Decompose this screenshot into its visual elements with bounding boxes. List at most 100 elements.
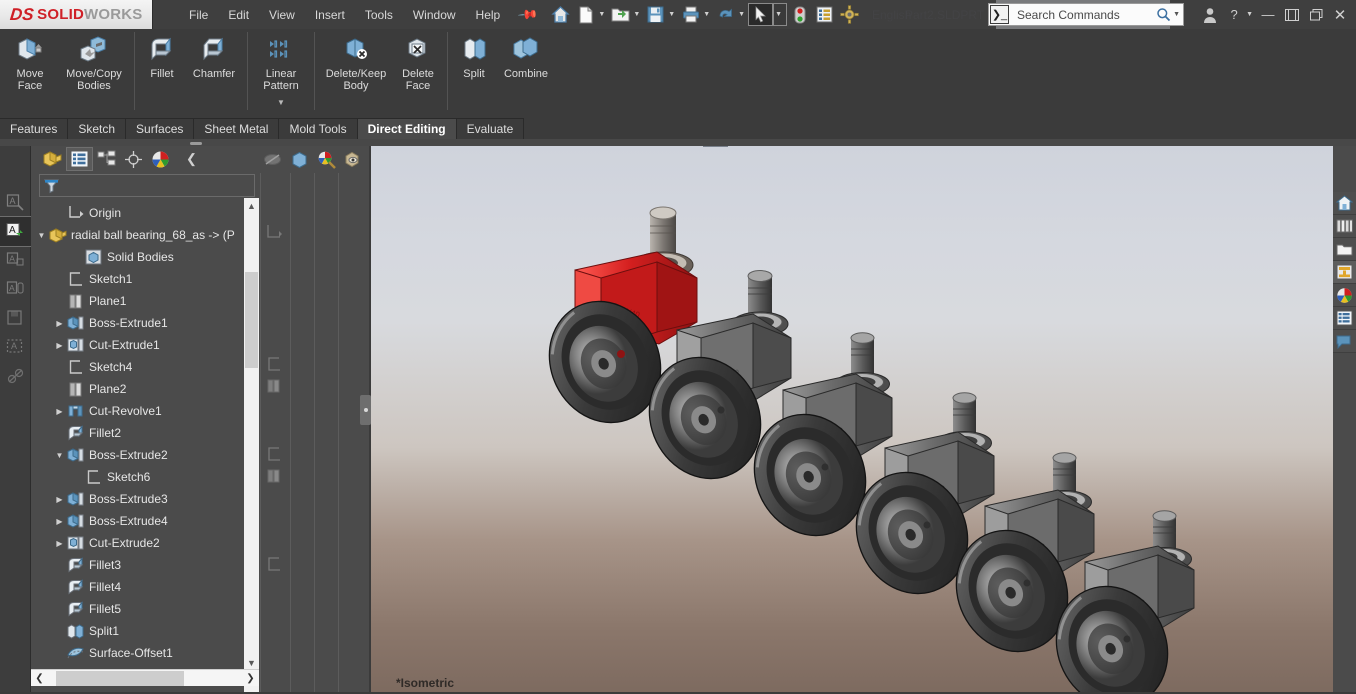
mirror-plane-icon[interactable]	[978, 146, 1003, 147]
tree-scroll-down-button[interactable]: ▼	[244, 655, 259, 670]
tree-item-cut-extrude1-expander[interactable]: ▶	[53, 341, 66, 350]
file-explorer-icon[interactable]	[1333, 238, 1356, 261]
restore-down-left-icon[interactable]	[1234, 146, 1258, 148]
display-style-icon[interactable]	[728, 146, 753, 147]
menu-view[interactable]: View	[259, 3, 305, 27]
combine-button[interactable]: Combine	[496, 29, 556, 80]
flyout-hide-icon[interactable]	[259, 147, 286, 171]
tree-item-plane2[interactable]: Plane2	[31, 378, 259, 400]
print-caret-icon[interactable]: ▼	[703, 11, 710, 18]
feature-tree-list[interactable]: Origin ▼ radial ball bearing_68_as -> (P So…	[31, 202, 259, 670]
restore-down-right-icon[interactable]	[1258, 146, 1282, 148]
apply-scene-icon[interactable]	[831, 146, 856, 147]
tree-item-origin[interactable]: Origin	[31, 202, 259, 224]
chamfer-button[interactable]: Chamfer	[185, 29, 243, 80]
tree-scroll-up-button[interactable]: ▲	[244, 198, 259, 213]
flyout-view-icon[interactable]	[340, 147, 367, 171]
annotation-dim-icon[interactable]: A	[0, 188, 31, 217]
tree-item-surface-offset1[interactable]: Surface-Offset1	[31, 642, 259, 664]
feature-filter-bar[interactable]	[39, 174, 255, 197]
select-arrow-caret-icon[interactable]: ▼	[773, 3, 788, 26]
tab-sheet-metal[interactable]: Sheet Metal	[194, 118, 280, 139]
tree-item-sketch1[interactable]: Sketch1	[31, 268, 259, 290]
edit-appearance-icon[interactable]	[806, 146, 831, 147]
tree-scroll-right-button[interactable]: ❯	[242, 670, 259, 687]
view-palette-icon[interactable]	[1333, 261, 1356, 284]
tree-hscroll-track[interactable]	[48, 670, 242, 687]
menu-tools[interactable]: Tools	[355, 3, 403, 27]
linear-pattern-dropdown-caret-icon[interactable]: ▼	[277, 98, 285, 107]
tree-item-radial-ball-bearing[interactable]: ▼ radial ball bearing_68_as -> (P	[31, 224, 259, 246]
tab-direct-editing[interactable]: Direct Editing	[357, 118, 457, 139]
tree-item-boss-extrude3[interactable]: ▶ Boss-Extrude3	[31, 488, 259, 510]
menu-insert[interactable]: Insert	[305, 3, 355, 27]
tree-item-radial-ball-bearing-expander[interactable]: ▼	[35, 231, 48, 240]
maximize-icon[interactable]	[1304, 3, 1328, 27]
tree-item-sketch4[interactable]: Sketch4	[31, 356, 259, 378]
open-folder-caret-icon[interactable]: ▼	[633, 11, 640, 18]
panel-resize-grip[interactable]	[190, 142, 202, 145]
tree-item-cut-extrude2-expander[interactable]: ▶	[53, 539, 66, 548]
tree-item-split1[interactable]: Split1	[31, 620, 259, 642]
close-doc-icon[interactable]: ✕	[1330, 146, 1333, 148]
print-icon[interactable]	[678, 3, 703, 26]
minimize-icon[interactable]: —	[1256, 3, 1280, 27]
tree-item-boss-extrude2-expander[interactable]: ▼	[53, 451, 66, 460]
block-save-icon[interactable]	[0, 304, 31, 333]
tree-item-cut-extrude1[interactable]: ▶ Cut-Extrude1	[31, 334, 259, 356]
perspective-icon[interactable]	[909, 146, 934, 147]
image-capture-icon[interactable]	[1053, 146, 1078, 147]
tree-scroll-left-button[interactable]: ❮	[31, 670, 48, 687]
tree-item-boss-extrude1-expander[interactable]: ▶	[53, 319, 66, 328]
tree-item-cut-revolve1[interactable]: ▶ Cut-Revolve1	[31, 400, 259, 422]
tree-item-boss-extrude4-expander[interactable]: ▶	[53, 517, 66, 526]
caster-pattern-model[interactable]: 8Y40	[371, 146, 1333, 694]
help-caret-icon[interactable]: ▼	[1246, 11, 1253, 18]
view-settings-icon[interactable]	[875, 146, 900, 147]
display-manager-tab[interactable]	[147, 147, 174, 171]
custom-properties-icon[interactable]	[1333, 307, 1356, 330]
linear-pattern-button[interactable]: Linear Pattern ▼	[252, 29, 310, 107]
balloon-note-icon[interactable]: A	[0, 275, 31, 304]
solidworks-forum-icon[interactable]	[1333, 330, 1356, 353]
flyout-display-style-icon[interactable]	[286, 147, 313, 171]
tree-scroll-thumb[interactable]	[245, 272, 258, 368]
panel-splitter-handle[interactable]	[360, 395, 371, 425]
restore-icon[interactable]	[1280, 3, 1304, 27]
minimize-doc-icon[interactable]: —	[1282, 146, 1306, 148]
undo-caret-icon[interactable]: ▼	[738, 11, 745, 18]
menu-file[interactable]: File	[179, 3, 218, 27]
tree-item-plane1[interactable]: Plane1	[31, 290, 259, 312]
fillet-button[interactable]: Fillet	[139, 29, 185, 80]
delete-face-button[interactable]: Delete Face	[393, 29, 443, 92]
tree-item-solid-bodies[interactable]: Solid Bodies	[31, 246, 259, 268]
options-list-icon[interactable]	[812, 3, 837, 26]
move-face-button[interactable]: Move Face	[2, 29, 58, 92]
select-arrow-icon[interactable]	[748, 3, 774, 26]
settings-gear-icon[interactable]	[837, 3, 862, 26]
help-question-icon[interactable]: ?	[1222, 3, 1246, 27]
restore-doc-icon[interactable]	[1306, 146, 1330, 148]
feature-manager-tab[interactable]	[39, 147, 66, 171]
smart-dimension-icon[interactable]: A	[0, 216, 32, 247]
undo-icon[interactable]	[713, 3, 738, 26]
tree-item-fillet5[interactable]: Fillet5	[31, 598, 259, 620]
tree-item-boss-extrude3-expander[interactable]: ▶	[53, 495, 66, 504]
tree-item-sketch6[interactable]: Sketch6	[31, 466, 259, 488]
area-hatch-icon[interactable]: A	[0, 333, 31, 362]
tree-horizontal-scrollbar[interactable]: ❮ ❯	[31, 669, 259, 686]
search-commands-box[interactable]: ❯_ Search Commands ▼	[988, 3, 1184, 26]
new-document-icon[interactable]	[573, 3, 598, 26]
tab-mold-tools[interactable]: Mold Tools	[279, 118, 358, 139]
tab-evaluate[interactable]: Evaluate	[456, 118, 525, 139]
tree-item-boss-extrude2[interactable]: ▼ Boss-Extrude2	[31, 444, 259, 466]
tree-item-boss-extrude1[interactable]: ▶ Boss-Extrude1	[31, 312, 259, 334]
save-caret-icon[interactable]: ▼	[668, 11, 675, 18]
new-document-caret-icon[interactable]: ▼	[598, 11, 605, 18]
tree-item-cut-extrude2[interactable]: ▶ Cut-Extrude2	[31, 532, 259, 554]
view-orientation-icon[interactable]	[653, 146, 678, 147]
tree-item-cut-revolve1-expander[interactable]: ▶	[53, 407, 66, 416]
relations-icon[interactable]	[0, 362, 31, 391]
rebuild-icon[interactable]	[787, 3, 812, 26]
exploded-view-icon[interactable]	[1028, 146, 1053, 147]
